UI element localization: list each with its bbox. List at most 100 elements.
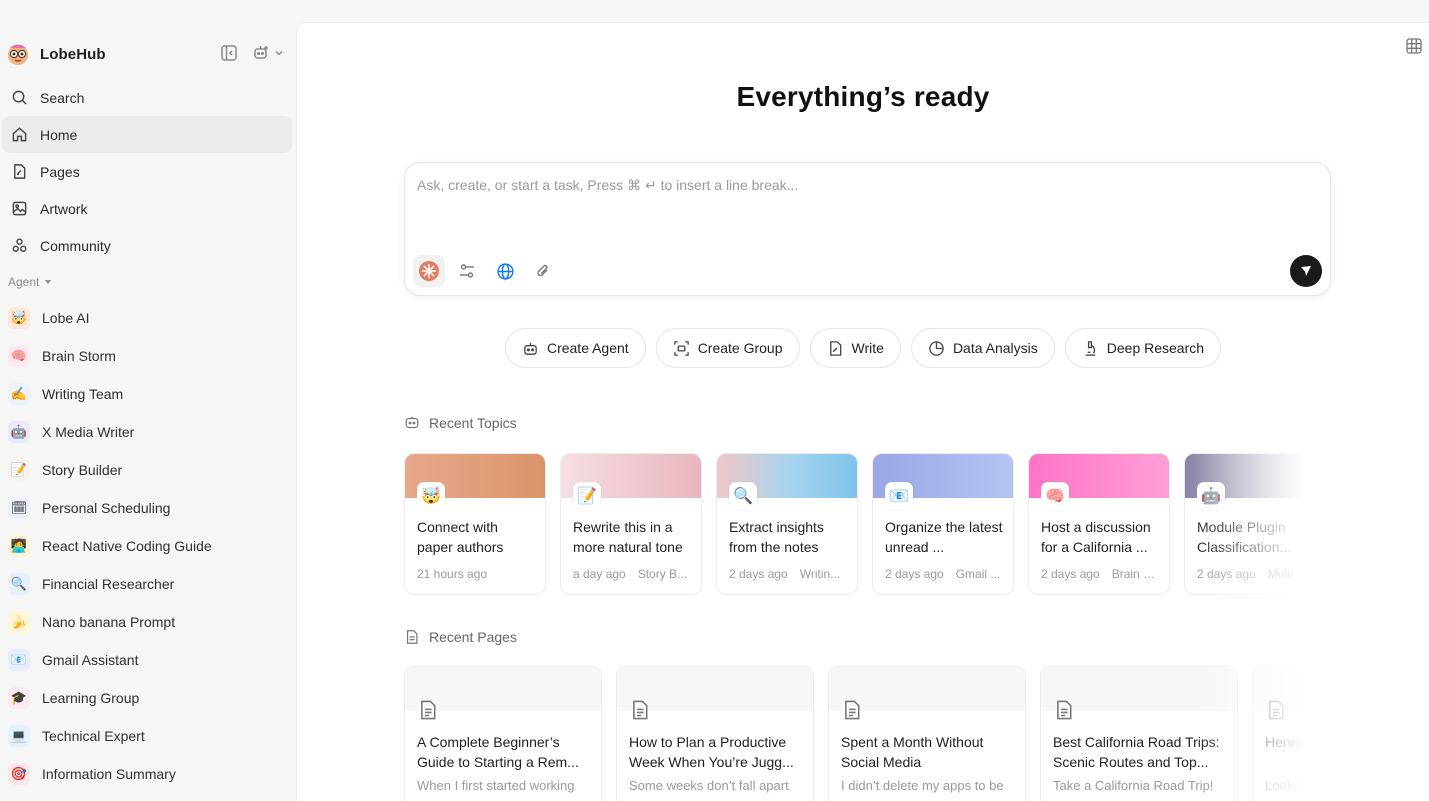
- agent-label: Financial Researcher: [42, 576, 175, 592]
- globe-icon: [496, 262, 514, 280]
- recent-topics-title: Recent Topics: [429, 415, 517, 431]
- nav-item-search[interactable]: Search: [2, 79, 292, 116]
- page-title-text: Henry gu Story ver: [1265, 734, 1324, 750]
- page-excerpt: I didn’t delete my apps to be: [841, 778, 1004, 793]
- write-button[interactable]: Write: [809, 328, 901, 368]
- layout-grid-button[interactable]: [1405, 37, 1423, 60]
- sidebar: LobeHub Search Home Pages Artwork Commun…: [0, 0, 296, 801]
- recent-topics-list: 🤯 Connect with paper authors 21 hours ago 📝…: [404, 453, 1324, 595]
- agent-avatar: 🍌: [8, 611, 30, 633]
- new-agent-icon: [254, 46, 268, 59]
- document-icon: [421, 700, 436, 720]
- agent-avatar: 🤯: [8, 307, 30, 329]
- create-agent-button[interactable]: Create Agent: [504, 328, 646, 368]
- attach-file-button[interactable]: [527, 255, 559, 287]
- page-card[interactable]: Best California Road Trips: Scenic Route…: [1040, 666, 1238, 801]
- topic-agent-avatar: 📧: [885, 482, 913, 510]
- robot-icon: [524, 342, 537, 355]
- caret-down-icon: [45, 280, 52, 284]
- send-button[interactable]: [1290, 255, 1322, 287]
- agent-item[interactable]: 🍌 Nano banana Prompt: [2, 603, 292, 641]
- page-excerpt: Take a California Road Trip!: [1053, 778, 1214, 793]
- page-title: Everything’s ready: [736, 81, 990, 112]
- document-icon: [1269, 700, 1284, 720]
- agent-item[interactable]: 📧 Gmail Assistant: [2, 641, 292, 679]
- image-icon: [10, 200, 28, 218]
- agent-item[interactable]: ✍️ Writing Team: [2, 375, 292, 413]
- agent-item[interactable]: 🤖 X Media Writer: [2, 413, 292, 451]
- page-card[interactable]: Henry gu Story ver Looking: [1252, 666, 1324, 801]
- recent-pages-list: A Complete Beginner’s Guide to Starting …: [404, 666, 1324, 801]
- document-icon: [633, 700, 648, 720]
- sliders-icon: [460, 264, 474, 278]
- page-card[interactable]: How to Plan a Productive Week When You’r…: [616, 666, 814, 801]
- model-selector-button[interactable]: [413, 255, 445, 287]
- create-agent-label: Create Agent: [546, 340, 629, 356]
- agent-avatar: 🎓: [8, 687, 30, 709]
- agent-item[interactable]: 💻 Technical Expert: [2, 717, 292, 755]
- topic-title: Host a discussion for a California ...: [1041, 519, 1151, 555]
- topic-title: Extract insights from the notes: [729, 519, 824, 555]
- agent-item[interactable]: 🔍 Financial Researcher: [2, 565, 292, 603]
- web-search-button[interactable]: [489, 255, 521, 287]
- new-agent-menu[interactable]: [252, 44, 284, 62]
- page-card[interactable]: Spent a Month Without Social Media I didn…: [828, 666, 1026, 801]
- topic-card[interactable]: 🔍 Extract insights from the notes 2 days a…: [716, 453, 858, 595]
- topic-card[interactable]: 🤯 Connect with paper authors 21 hours ago: [404, 453, 546, 595]
- topic-time: 21 hours ago: [417, 567, 488, 581]
- data-analysis-button[interactable]: Data Analysis: [910, 328, 1055, 368]
- nav-item-label: Pages: [40, 163, 80, 180]
- topic-meta: 2 days ago Brain S...: [1041, 567, 1161, 581]
- nav-item-community[interactable]: Community: [2, 227, 292, 264]
- lobehub-logo-icon: [8, 44, 28, 65]
- agent-item[interactable]: 🗓 Personal Scheduling: [2, 489, 292, 527]
- main-panel: Everything’s ready Create Agent: [296, 22, 1429, 801]
- agent-item[interactable]: 🤯 Lobe AI: [2, 299, 292, 337]
- agent-label: Information Summary: [42, 766, 176, 782]
- nav-item-label: Artwork: [40, 200, 88, 217]
- topic-card[interactable]: 📝 Rewrite this in a more natural tone a da…: [560, 453, 702, 595]
- topic-card[interactable]: 🤖 Module Plugin Classification... 2 days a…: [1184, 453, 1324, 595]
- nav-item-home[interactable]: Home: [2, 116, 292, 153]
- agent-avatar: 📝: [8, 459, 30, 481]
- agent-avatar: 🎯: [8, 763, 30, 785]
- agent-list: 🤯 Lobe AI 🧠 Brain Storm ✍️ Writing Team 🤖 X Med…: [2, 299, 292, 793]
- page-card[interactable]: A Complete Beginner’s Guide to Starting …: [404, 666, 602, 801]
- agent-item[interactable]: 📝 Story Builder: [2, 451, 292, 489]
- settings-sliders-button[interactable]: [451, 255, 483, 287]
- collapse-sidebar-icon[interactable]: [220, 44, 238, 62]
- page-excerpt: When I first started working: [417, 778, 575, 793]
- nav-item-pages[interactable]: Pages: [2, 153, 292, 190]
- page-title-text: Best California Road Trips: Scenic Route…: [1053, 734, 1220, 770]
- agent-section-label: Agent: [8, 275, 40, 289]
- topic-agent: Brain S...: [1111, 567, 1161, 581]
- agent-label: Story Builder: [42, 462, 123, 478]
- agent-avatar: 📧: [8, 649, 30, 671]
- topic-title: Rewrite this in a more natural tone: [573, 519, 683, 555]
- agent-item[interactable]: 🧑‍💻 React Native Coding Guide: [2, 527, 292, 565]
- topic-title: Organize the latest unread ...: [885, 519, 1003, 555]
- deep-research-button[interactable]: Deep Research: [1064, 328, 1222, 368]
- topic-card[interactable]: 📧 Organize the latest unread ... 2 days ag…: [872, 453, 1014, 595]
- agent-avatar: ✍️: [8, 383, 30, 405]
- topic-agent: Gmail ...: [955, 567, 1001, 581]
- agent-avatar: 🧠: [8, 345, 30, 367]
- nav-item-artwork[interactable]: Artwork: [2, 190, 292, 227]
- agent-item[interactable]: 🎯 Information Summary: [2, 755, 292, 793]
- create-group-button[interactable]: Create Group: [655, 328, 800, 368]
- agent-item[interactable]: 🎓 Learning Group: [2, 679, 292, 717]
- agent-section-toggle[interactable]: Agent: [8, 275, 52, 289]
- chat-composer: [404, 162, 1331, 296]
- agent-item[interactable]: 🧠 Brain Storm: [2, 337, 292, 375]
- topic-card[interactable]: 🧠 Host a discussion for a California ... 2…: [1028, 453, 1170, 595]
- topic-meta: 2 days ago Gmail ...: [885, 567, 1005, 581]
- write-label: Write: [851, 340, 884, 356]
- agent-label: Writing Team: [42, 386, 124, 402]
- page-excerpt: Looking: [1265, 778, 1311, 793]
- chat-input[interactable]: [417, 177, 1277, 193]
- composer-toolbar: [413, 255, 559, 287]
- agent-label: X Media Writer: [42, 424, 135, 440]
- topic-time: 2 days ago: [885, 567, 944, 581]
- topic-meta: 2 days ago Writin...: [729, 567, 849, 581]
- topic-title: Module Plugin Classification...: [1197, 519, 1292, 555]
